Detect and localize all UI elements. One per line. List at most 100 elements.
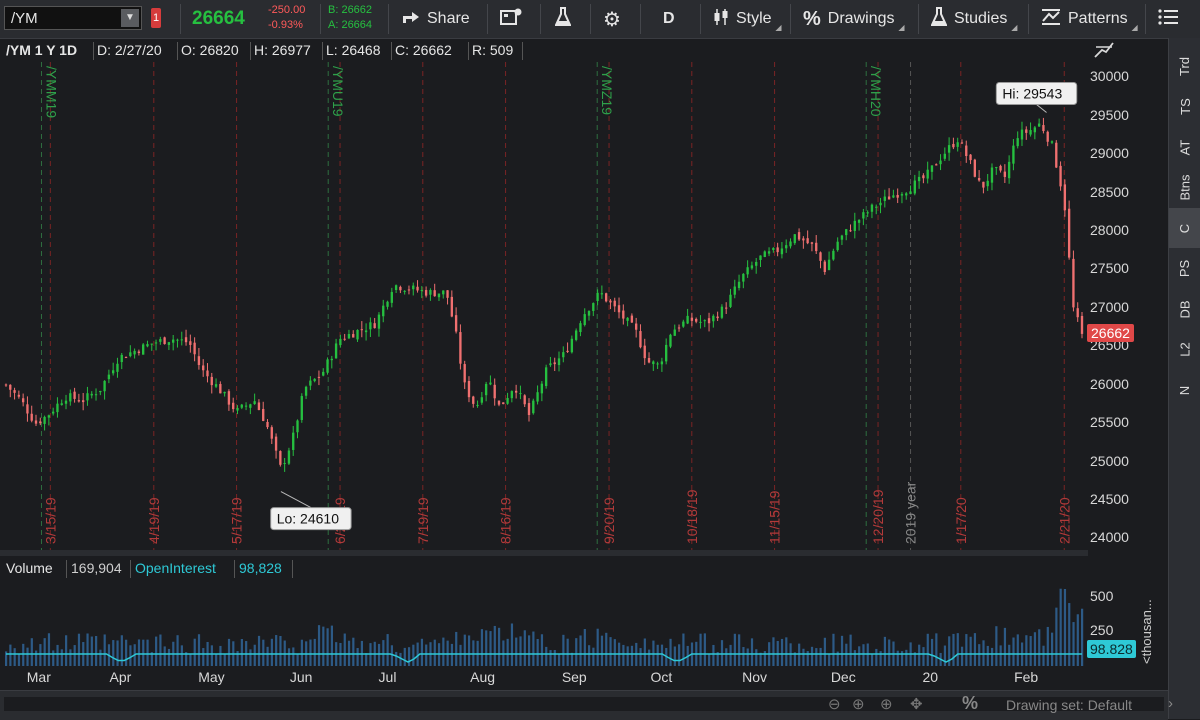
share-icon	[402, 10, 420, 29]
volume-bar	[116, 640, 119, 666]
volume-bar	[519, 636, 522, 666]
month-label: 20	[922, 669, 939, 685]
chart-title[interactable]: /YM 1 Y 1D	[6, 42, 77, 58]
percent-icon[interactable]: %	[962, 693, 978, 714]
volume-bar	[870, 654, 874, 666]
menu-button[interactable]	[1158, 0, 1185, 38]
symbol-selector[interactable]: /YM ▼	[4, 6, 142, 30]
header-divider	[250, 42, 251, 60]
drawing-set-label[interactable]: Drawing set: Default	[1006, 697, 1132, 713]
side-tab-at[interactable]: AT	[1169, 127, 1200, 167]
share-button[interactable]: Share	[402, 0, 470, 38]
candle	[587, 310, 591, 321]
expiration-label: 5/17/19	[229, 497, 245, 544]
volume-bar	[399, 652, 402, 666]
crosshair-icon[interactable]: ⊕	[880, 695, 893, 713]
side-tab-n[interactable]: N	[1169, 370, 1200, 410]
open-interest-label[interactable]: OpenInterest	[135, 560, 216, 576]
volume-bar	[455, 631, 458, 666]
volume-bar	[35, 650, 38, 666]
flexible-grid-button[interactable]	[500, 0, 529, 38]
volume-label[interactable]: Volume	[6, 560, 53, 576]
toolbar-divider	[320, 4, 321, 34]
rollover-label: /YMU19	[330, 66, 346, 117]
settings-button[interactable]: ⚙	[603, 0, 628, 38]
candle	[244, 402, 248, 411]
toolbar-divider	[790, 4, 791, 34]
side-tab-db[interactable]: DB	[1169, 289, 1200, 329]
volume-bar	[17, 654, 21, 666]
candle	[317, 370, 321, 386]
candle	[416, 280, 419, 293]
candle	[506, 392, 509, 405]
alert-badge[interactable]: 1	[151, 8, 161, 28]
volume-bar	[815, 648, 818, 666]
candle	[793, 234, 796, 245]
candle	[484, 381, 488, 402]
candle	[600, 285, 604, 299]
zoom-out-icon[interactable]: ⊖	[828, 695, 841, 713]
candle	[1020, 121, 1024, 146]
volume-bar	[952, 633, 955, 666]
style-button[interactable]: Style ◢	[713, 0, 782, 38]
side-tab-btns[interactable]: Btns	[1169, 168, 1200, 208]
candle	[527, 398, 531, 422]
chart-settings-button[interactable]	[1092, 38, 1120, 62]
candle	[1037, 118, 1041, 128]
candle	[815, 235, 818, 255]
side-tab-trd[interactable]: Trd	[1169, 46, 1200, 86]
studies-button[interactable]: Studies ◢	[930, 0, 1017, 38]
aggregation-button[interactable]: D	[663, 0, 675, 38]
volume-bar	[845, 643, 848, 666]
bottom-status-bar: ⊖ ⊕ ⊕ ✥ % Drawing set: Default ›	[0, 690, 1173, 720]
bar-open: O: 26820	[181, 42, 239, 58]
volume-bar	[780, 638, 784, 666]
volume-bar	[708, 654, 711, 666]
chevron-down-icon[interactable]: ▼	[121, 9, 139, 27]
volume-bar	[613, 639, 616, 666]
candle	[785, 239, 788, 253]
price-chart[interactable]: 3/15/194/19/195/17/196/21/197/19/198/16/…	[0, 62, 1088, 550]
horizontal-scrollbar[interactable]	[4, 697, 1164, 711]
side-tab-label: Btns	[1177, 174, 1193, 201]
volume-bar	[1008, 644, 1011, 666]
candle	[502, 402, 505, 405]
pan-icon[interactable]: ✥	[910, 695, 923, 713]
volume-bar	[189, 653, 192, 666]
side-tab-ts[interactable]: TS	[1169, 87, 1200, 127]
volume-bar	[592, 647, 595, 666]
candle	[566, 342, 569, 353]
side-tab-label: L2	[1177, 342, 1193, 357]
volume-bar	[600, 635, 604, 666]
candle	[1007, 155, 1011, 184]
volume-bar	[1038, 629, 1041, 666]
side-tab-l2[interactable]: L2	[1169, 330, 1200, 370]
side-tab-c[interactable]: C	[1169, 208, 1200, 248]
zoom-in-icon[interactable]: ⊕	[852, 695, 865, 713]
patterns-button[interactable]: Patterns ◢	[1041, 0, 1138, 38]
volume-bar	[1042, 645, 1045, 666]
price-axis[interactable]: 24000 24500 25000 25500 26000 26500 27000 27500…	[1085, 62, 1165, 550]
volume-bar	[9, 644, 12, 666]
candle	[720, 304, 724, 320]
side-tab-ps[interactable]: PS	[1169, 249, 1200, 289]
volume-bar	[407, 647, 411, 666]
chevron-right-icon[interactable]: ›	[1168, 695, 1173, 712]
volume-bar	[279, 635, 282, 666]
chart-setup-button[interactable]	[554, 0, 578, 38]
volume-bar	[485, 630, 488, 666]
candle	[176, 338, 179, 348]
volume-chart[interactable]	[0, 580, 1088, 666]
candle	[1067, 200, 1071, 260]
candle	[407, 285, 411, 295]
candle	[304, 385, 308, 400]
volume-bar	[193, 638, 196, 666]
time-axis[interactable]: Mar Apr May Jun Jul Aug Sep Oct Nov Dec 20 Feb	[0, 666, 1088, 690]
candle	[1063, 179, 1067, 217]
drawings-button[interactable]: % Drawings ◢	[803, 0, 904, 38]
candle	[797, 228, 801, 241]
toolbar-divider	[388, 4, 389, 34]
candle	[913, 174, 916, 196]
candle	[223, 391, 226, 397]
open-interest-line	[6, 653, 1082, 663]
